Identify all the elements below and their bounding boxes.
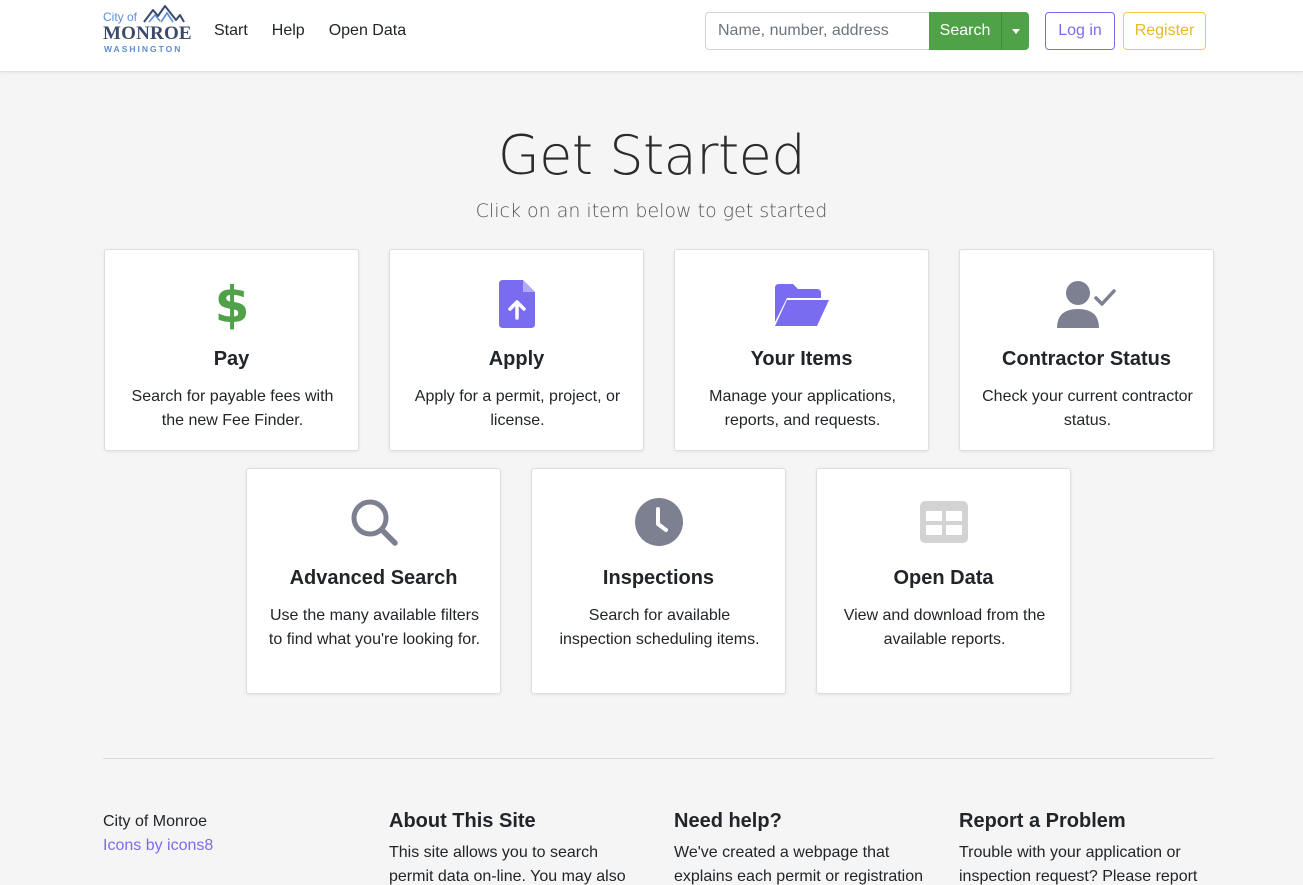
clock-icon xyxy=(634,498,683,546)
card-icon-wrap xyxy=(247,497,500,549)
card-title: Inspections xyxy=(602,567,715,589)
folder-open-icon xyxy=(774,284,829,326)
page-title: Get Started xyxy=(497,124,806,187)
search-button[interactable]: Search xyxy=(929,12,1002,50)
card-title: Open Data xyxy=(893,567,994,589)
footer-col-about: About This Site This site allows you to … xyxy=(389,810,644,885)
card-inspections[interactable]: Inspections Search for available inspect… xyxy=(531,468,786,694)
card-description: Apply for a permit, project, or license. xyxy=(414,388,621,429)
card-icon-wrap xyxy=(532,497,785,549)
nav-start[interactable]: Start xyxy=(214,22,248,40)
logo-city-text: City of xyxy=(103,10,138,24)
card-pay[interactable]: $ Pay Search for payable fees with the n… xyxy=(104,249,359,451)
file-upload-icon xyxy=(498,280,535,328)
footer-org-name: City of Monroe xyxy=(103,813,208,830)
card-apply[interactable]: Apply Apply for a permit, project, or li… xyxy=(389,249,644,451)
card-description: View and download from the available rep… xyxy=(843,607,1046,648)
dollar-icon: $ xyxy=(215,278,249,330)
user-check-icon xyxy=(1056,281,1116,328)
mountains-icon xyxy=(143,5,185,23)
nav-help[interactable]: Help xyxy=(272,22,305,40)
footer-col-help: Need help? We've created a webpage that … xyxy=(674,810,929,885)
card-advanced-search[interactable]: Advanced Search Use the many available f… xyxy=(246,468,501,694)
card-description: Check your current contractor status. xyxy=(982,388,1193,429)
card-icon-wrap xyxy=(960,278,1213,330)
card-open-data[interactable]: Open Data View and download from the ava… xyxy=(816,468,1071,694)
footer-report-heading: Report a Problem xyxy=(959,810,1126,832)
card-icon-wrap: $ xyxy=(105,278,358,330)
main-nav: Start Help Open Data xyxy=(214,22,406,40)
footer-help-text: We've created a webpage that explains ea… xyxy=(674,844,924,885)
search-group: Search xyxy=(705,12,1029,50)
page-subtitle: Click on an item below to get started xyxy=(475,200,828,222)
card-title: Your Items xyxy=(750,348,853,370)
logo-state-text: WASHINGTON xyxy=(104,44,183,54)
card-title: Advanced Search xyxy=(289,567,458,589)
card-title: Contractor Status xyxy=(1002,348,1171,370)
table-icon xyxy=(919,501,968,543)
footer-col-org: City of Monroe Icons by icons8 xyxy=(103,810,213,858)
card-description: Manage your applications, reports, and r… xyxy=(709,388,896,429)
svg-text:$: $ xyxy=(215,278,249,330)
nav-open-data[interactable]: Open Data xyxy=(329,22,406,40)
footer-about-heading: About This Site xyxy=(389,810,536,832)
card-description: Search for payable fees with the new Fee… xyxy=(131,388,334,429)
search-options-dropdown[interactable] xyxy=(1002,12,1029,50)
login-button[interactable]: Log in xyxy=(1045,12,1115,50)
card-icon-wrap xyxy=(675,278,928,330)
card-description: Search for available inspection scheduli… xyxy=(559,607,760,648)
top-navbar: City of MONROE WASHINGTON Start Help Ope… xyxy=(0,0,1303,72)
card-icon-wrap xyxy=(817,497,1070,549)
card-icon-wrap xyxy=(390,278,643,330)
register-button[interactable]: Register xyxy=(1123,12,1206,50)
logo-name-text: MONROE xyxy=(103,23,192,44)
city-logo[interactable]: City of MONROE WASHINGTON xyxy=(103,4,192,54)
footer-help-heading: Need help? xyxy=(674,810,782,832)
caret-down-icon xyxy=(1011,28,1020,34)
footer-about-text: This site allows you to search permit da… xyxy=(389,844,626,885)
card-your-items[interactable]: Your Items Manage your applications, rep… xyxy=(674,249,929,451)
search-input[interactable] xyxy=(705,12,929,50)
footer-divider xyxy=(103,758,1214,759)
footer-report-text: Trouble with your application or inspect… xyxy=(959,844,1198,885)
card-title: Pay xyxy=(213,348,250,370)
card-title: Apply xyxy=(488,348,545,370)
search-icon xyxy=(351,499,398,546)
icons8-credit-link[interactable]: Icons by icons8 xyxy=(103,834,213,858)
footer-col-report: Report a Problem Trouble with your appli… xyxy=(959,810,1214,885)
card-description: Use the many available filters to find w… xyxy=(268,607,481,648)
card-contractor-status[interactable]: Contractor Status Check your current con… xyxy=(959,249,1214,451)
